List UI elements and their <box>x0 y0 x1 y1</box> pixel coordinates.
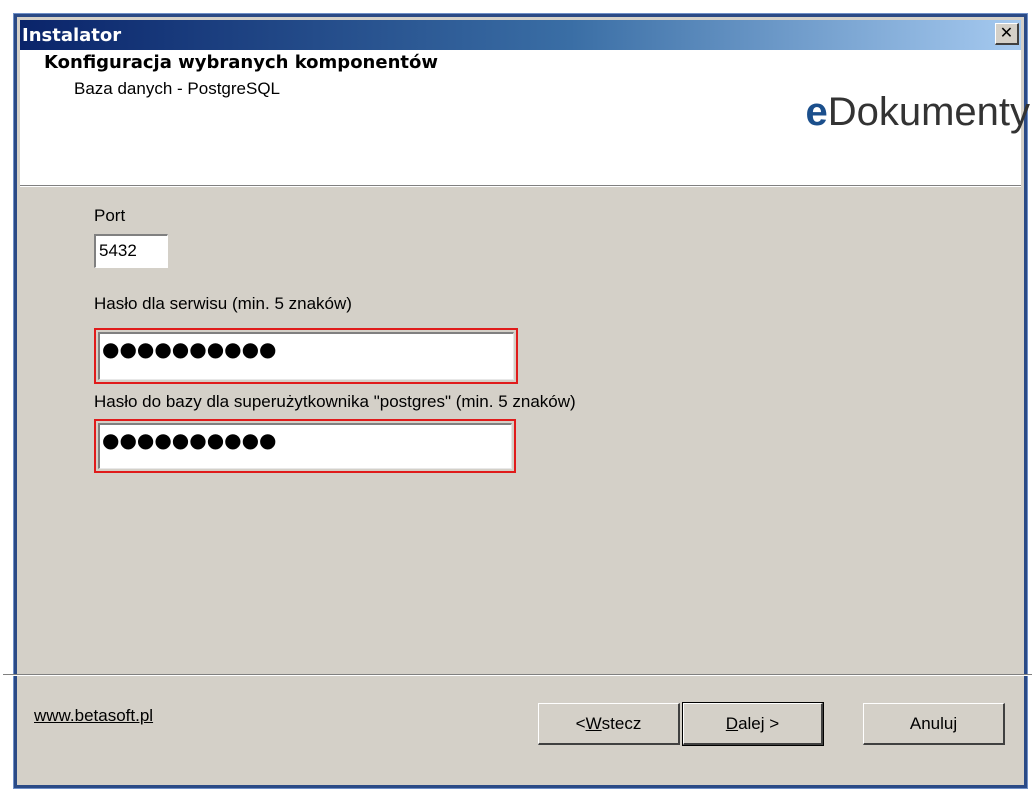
back-button[interactable]: < Wstecz <box>538 703 680 745</box>
back-button-accelerator: W <box>585 713 602 733</box>
back-button-prefix: < <box>575 713 586 733</box>
cancel-button[interactable]: Anuluj <box>863 703 1005 745</box>
edokumenty-logo: eDokumenty <box>805 90 1030 135</box>
footer-separator <box>3 674 1032 676</box>
logo-prefix: e <box>805 90 828 134</box>
logo-text: Dokumenty <box>827 90 1030 134</box>
next-button-label: alej > <box>738 713 780 733</box>
back-button-label: stecz <box>601 713 642 733</box>
service-password-label: Hasło dla serwisu (min. 5 znaków) <box>94 294 352 313</box>
close-icon: ✕ <box>999 24 1014 42</box>
website-link[interactable]: www.betasoft.pl <box>34 706 153 726</box>
db-password-label: Hasło do bazy dla superużytkownika "post… <box>94 392 576 411</box>
close-button[interactable]: ✕ <box>995 23 1019 45</box>
db-password-highlight: ●●●●●●●●●● <box>94 419 516 473</box>
window-title: Instalator <box>22 24 122 46</box>
next-button-accelerator: D <box>725 713 739 733</box>
page-title: Konfiguracja wybranych komponentów <box>44 52 438 73</box>
service-password-input[interactable]: ●●●●●●●●●● <box>98 332 514 380</box>
next-button[interactable]: Dalej > <box>682 702 824 746</box>
page-subtitle: Baza danych - PostgreSQL <box>74 79 281 98</box>
service-password-highlight: ●●●●●●●●●● <box>94 328 518 384</box>
title-bar[interactable]: Instalator ✕ <box>20 20 1021 50</box>
db-password-input[interactable]: ●●●●●●●●●● <box>98 423 512 469</box>
port-input[interactable]: 5432 <box>94 234 168 268</box>
port-label: Port <box>94 206 126 225</box>
